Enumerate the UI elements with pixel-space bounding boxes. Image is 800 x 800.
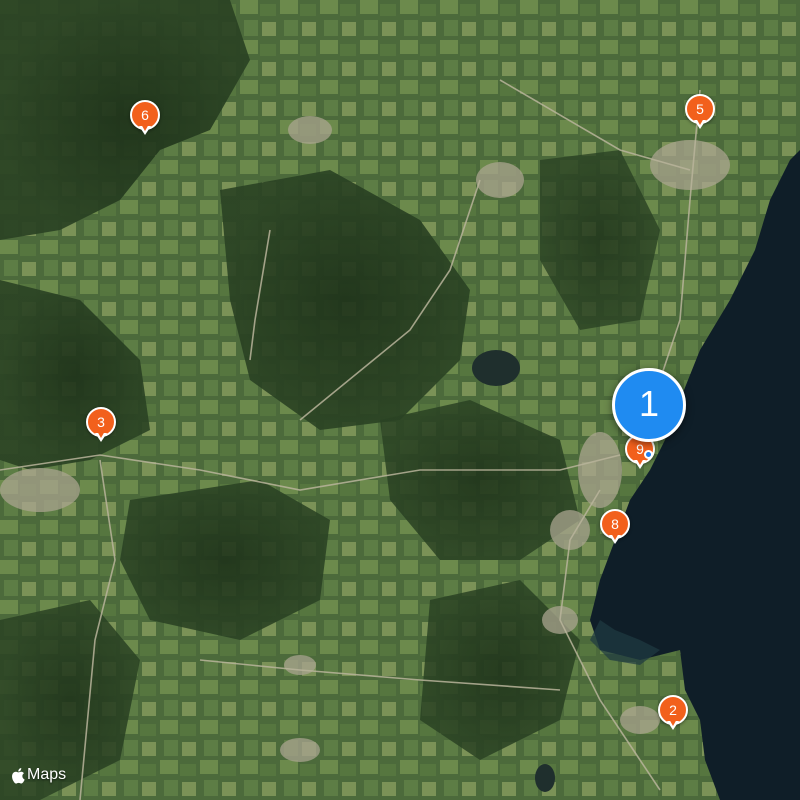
map-pin-8[interactable]: 8 bbox=[600, 509, 630, 545]
pin-pointer bbox=[667, 719, 679, 730]
pin-pointer bbox=[634, 458, 646, 469]
small-pond bbox=[535, 764, 555, 792]
maps-attribution[interactable]: Maps bbox=[10, 766, 66, 784]
map-pin-5[interactable]: 5 bbox=[685, 94, 715, 130]
pin-pointer bbox=[609, 533, 621, 544]
current-location-dot bbox=[644, 450, 653, 459]
pin-pointer bbox=[139, 124, 151, 135]
map-pin-2[interactable]: 2 bbox=[658, 695, 688, 731]
attribution-label: Maps bbox=[27, 766, 67, 783]
pin-pointer bbox=[694, 118, 706, 129]
apple-logo-icon bbox=[12, 767, 25, 784]
small-lake bbox=[472, 350, 520, 386]
map-pin-6[interactable]: 6 bbox=[130, 100, 160, 136]
map-pin-3[interactable]: 3 bbox=[86, 407, 116, 443]
pin-pointer bbox=[95, 431, 107, 442]
cluster-marker[interactable]: 1 bbox=[612, 368, 686, 442]
